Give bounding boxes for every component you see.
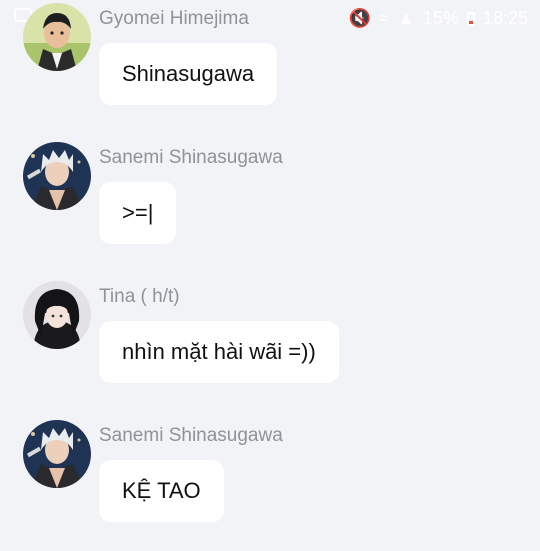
sender-name: Sanemi Shinasugawa bbox=[99, 147, 283, 168]
sender-name: Gyomei Himejima bbox=[99, 8, 249, 29]
message-bubble[interactable]: KỆ TAO bbox=[99, 460, 224, 522]
message-bubble[interactable]: Shinasugawa bbox=[99, 43, 278, 105]
sanemi-avatar[interactable] bbox=[23, 142, 91, 210]
message-bubble[interactable]: nhìn mặt hài wãi =)) bbox=[99, 321, 339, 383]
sender-name: Sanemi Shinasugawa bbox=[99, 425, 283, 446]
tina-avatar[interactable] bbox=[23, 281, 91, 349]
sanemi-avatar[interactable] bbox=[23, 420, 91, 488]
gyomei-avatar[interactable] bbox=[23, 3, 91, 71]
sender-name: Tina ( h/t) bbox=[99, 286, 180, 307]
chat-thread[interactable]: Gyomei Himejima Shinasugawa Sanemi Shina… bbox=[0, 0, 540, 551]
message-bubble[interactable]: >=| bbox=[99, 182, 177, 244]
